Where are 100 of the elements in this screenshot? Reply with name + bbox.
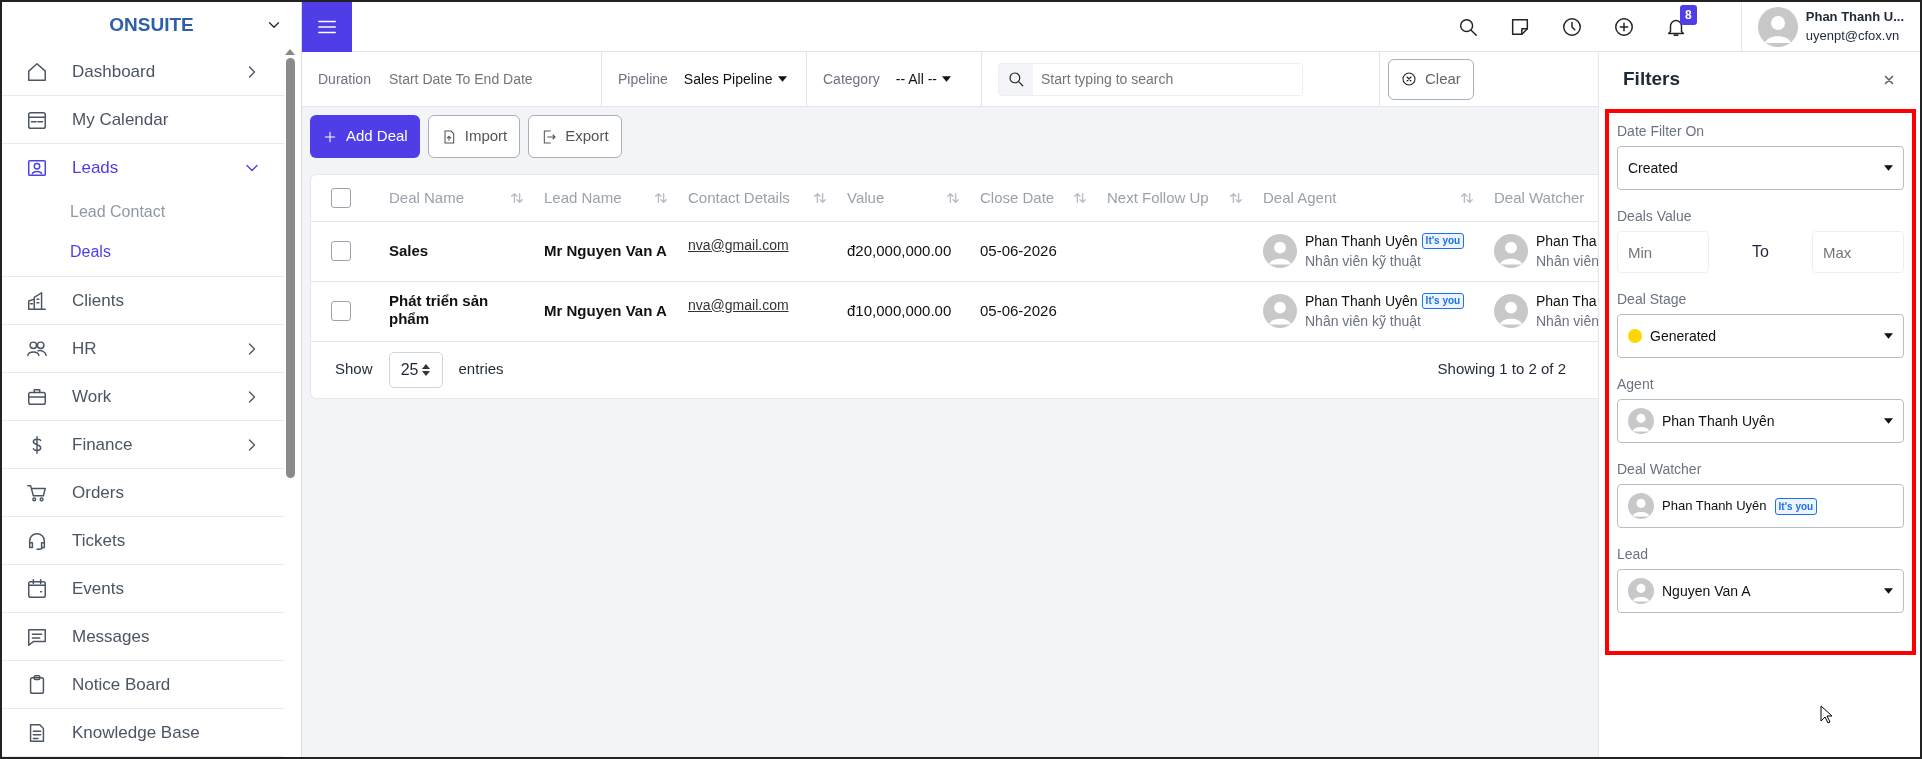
person-role: Nhân viên xyxy=(1536,312,1598,331)
select-field[interactable]: Created xyxy=(1617,146,1904,190)
sort-icon[interactable] xyxy=(1460,190,1474,205)
caret-icon xyxy=(942,76,952,82)
sidebar-item[interactable]: Tickets xyxy=(2,517,284,565)
filter-dropdown[interactable]: -- All -- xyxy=(895,68,952,90)
filter-label: Pipeline xyxy=(618,69,668,89)
sidebar-item[interactable]: Finance xyxy=(2,421,284,469)
notification-count: 8 xyxy=(1680,4,1697,25)
field-label: Deal Watcher xyxy=(1617,460,1703,479)
sidebar-subitem[interactable]: Deals xyxy=(2,232,284,272)
contact-card-icon xyxy=(26,157,48,179)
sidebar-item[interactable]: Dashboard xyxy=(2,48,284,96)
email-link[interactable]: nva@gmail.com xyxy=(688,236,789,253)
sidebar-item[interactable]: Events xyxy=(2,565,284,613)
avatar-icon xyxy=(1263,234,1297,268)
filter-label: Category xyxy=(823,69,880,89)
deal-name: Phát triển sản phẩm xyxy=(389,291,490,328)
scroll-up-icon[interactable] xyxy=(285,48,295,56)
mouse-cursor-icon xyxy=(1820,705,1834,725)
person-name: Phan Thanh Uyên xyxy=(1305,291,1418,311)
user-name: Phan Thanh U... xyxy=(1805,8,1904,27)
max-field[interactable]: Max xyxy=(1812,231,1904,273)
sort-icon[interactable] xyxy=(654,190,668,205)
its-you-tag: It's you xyxy=(1774,497,1818,515)
caret-icon xyxy=(1884,418,1893,424)
lead-name: Mr Nguyen Van A xyxy=(544,301,667,319)
select-field[interactable]: Phan Thanh Uyên xyxy=(1617,399,1904,443)
person-role: Nhân viên kỹ thuật xyxy=(1305,312,1422,331)
checkbox[interactable] xyxy=(331,301,351,321)
sort-icon[interactable] xyxy=(1229,190,1243,205)
person-name: Phan Tha xyxy=(1536,291,1597,311)
person-role: Nhân viên xyxy=(1536,252,1598,271)
multi-select-field[interactable]: Phan Thanh Uyên It's you xyxy=(1617,484,1904,528)
action-button[interactable]: Export xyxy=(528,115,622,158)
person-role: Nhân viên kỹ thuật xyxy=(1305,252,1422,271)
caret-icon xyxy=(1884,588,1893,594)
caret-icon xyxy=(777,76,787,82)
field-label: Lead xyxy=(1617,545,1650,564)
avatar-icon xyxy=(1757,6,1798,47)
its-you-tag: It's you xyxy=(1421,292,1465,310)
sidebar-item[interactable]: My Calendar xyxy=(2,96,284,144)
sidebar-item[interactable]: Orders xyxy=(2,469,284,517)
avatar-icon xyxy=(1263,294,1297,328)
person-name: Phan Thanh Uyên xyxy=(1305,231,1418,251)
avatar-icon xyxy=(1494,294,1528,328)
panel-title: Filters xyxy=(1623,67,1681,92)
sidebar-item[interactable]: HR xyxy=(2,325,284,373)
field-label: Date Filter On xyxy=(1617,122,1706,141)
menu-button[interactable] xyxy=(302,2,352,52)
entries-summary: Showing 1 to 2 of 2 xyxy=(1437,359,1566,380)
sort-icon[interactable] xyxy=(1073,190,1087,205)
caret-icon xyxy=(1884,333,1893,339)
checkbox[interactable] xyxy=(331,241,351,261)
clear-button[interactable]: Clear xyxy=(1388,58,1474,100)
calendar-icon xyxy=(26,577,48,600)
deal-value: đ10,000,000.00 xyxy=(847,301,952,319)
range-separator: To xyxy=(1752,242,1769,262)
filter-dropdown[interactable]: Sales Pipeline xyxy=(683,68,787,90)
sidebar-item[interactable]: Clients xyxy=(2,277,284,325)
close-date: 05-06-2026 xyxy=(980,301,1057,319)
action-button[interactable]: Import xyxy=(427,115,521,158)
add-icon[interactable] xyxy=(1612,15,1635,38)
action-button[interactable]: Add Deal xyxy=(310,115,420,158)
field-label: Deal Stage xyxy=(1617,290,1688,309)
select-field[interactable]: Generated xyxy=(1617,314,1904,358)
caret-icon xyxy=(1884,165,1893,171)
brand-logo: ONSUITE xyxy=(109,12,194,37)
its-you-tag: It's you xyxy=(1421,232,1465,250)
sidebar-item[interactable]: Work xyxy=(2,373,284,421)
user-email: uyenpt@cfox.vn xyxy=(1805,26,1901,45)
deal-name: Sales xyxy=(389,241,429,260)
select-field[interactable]: Nguyen Van A xyxy=(1617,569,1904,613)
person-name: Phan Tha xyxy=(1536,231,1597,251)
sidebar-item[interactable]: Knowledge Base xyxy=(2,709,284,757)
filter-label: Duration xyxy=(318,69,371,89)
search-field[interactable]: Start typing to search xyxy=(998,62,1303,96)
lead-name: Mr Nguyen Van A xyxy=(544,241,667,259)
page-size-select[interactable]: 25 xyxy=(388,351,443,388)
close-date: 05-06-2026 xyxy=(980,241,1057,259)
field-label: Agent xyxy=(1617,375,1655,394)
building-icon xyxy=(26,289,48,312)
sidebar-item[interactable]: Messages xyxy=(2,613,284,661)
email-link[interactable]: nva@gmail.com xyxy=(688,296,789,313)
deal-value: đ20,000,000.00 xyxy=(847,241,952,259)
sidebar-item[interactable]: Notice Board xyxy=(2,661,284,709)
sort-icon[interactable] xyxy=(510,190,524,205)
sort-caret-icon xyxy=(422,363,431,376)
min-field[interactable]: Min xyxy=(1617,231,1709,273)
house-icon xyxy=(26,60,48,83)
checkbox[interactable] xyxy=(331,187,351,208)
avatar-icon xyxy=(1494,234,1528,268)
show-label: Show xyxy=(335,359,373,380)
clock-icon[interactable] xyxy=(1560,15,1583,38)
sort-icon[interactable] xyxy=(946,190,960,205)
sidebar-item[interactable]: Leads xyxy=(2,144,284,192)
sort-icon[interactable] xyxy=(813,190,827,205)
field-label: Deals Value xyxy=(1617,207,1693,226)
selected-person: Phan Thanh Uyên xyxy=(1662,497,1767,516)
entries-label: entries xyxy=(458,359,504,380)
